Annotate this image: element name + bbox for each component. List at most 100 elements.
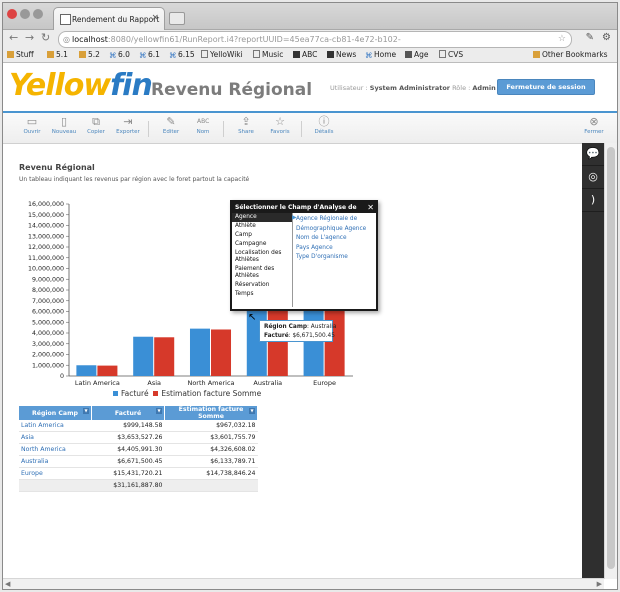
other-bookmarks[interactable]: Other Bookmarks [533, 50, 608, 59]
bookmark-abc[interactable]: ABC [293, 50, 317, 59]
bookmark-news[interactable]: News [327, 50, 356, 59]
copy-icon: ⧉ [92, 115, 100, 128]
wrench-icon[interactable]: ⚙ [602, 32, 611, 43]
bookmark-yellowiki[interactable]: YelloWiki [201, 50, 243, 59]
column-header-facture[interactable]: Facturé ▼ [91, 406, 165, 420]
bar-estimation [97, 365, 118, 376]
name-button[interactable]: ABC Nom [188, 116, 218, 135]
drill-down-popup: Sélectionner le Champ d'Analyse de Forag… [230, 200, 378, 311]
bookmark-6-1[interactable]: ⌘ 6.1 [139, 50, 160, 60]
column-menu-icon[interactable]: ▼ [249, 408, 255, 414]
bookmark-stuff[interactable]: Stuff [7, 50, 34, 59]
y-tick-label: 11,000,000 [28, 255, 64, 262]
discussion-icon[interactable]: ◎ [582, 166, 604, 189]
star-icon: ☆ [275, 115, 285, 128]
page-title: Revenu Régional [151, 80, 313, 100]
table-row: Latin America $999,148.58 $967,032.18 [19, 420, 258, 432]
drill-close-icon[interactable]: ✕ [367, 202, 374, 213]
drill-field-item[interactable]: Athlète [232, 222, 292, 231]
drill-field-item[interactable]: Temps [232, 290, 292, 299]
details-button[interactable]: ⓘ Détails [309, 116, 339, 135]
favorites-button[interactable]: ☆ Favoris [265, 116, 295, 135]
region-link[interactable]: Latin America [19, 420, 92, 432]
region-link[interactable]: Asia [19, 431, 92, 444]
bookmark-cvs[interactable]: CVS [439, 50, 463, 59]
browser-window: Rendement du Rapport × ← → ↻ ◎ localhost… [2, 2, 618, 590]
mouse-cursor-icon: ↖ [248, 312, 257, 323]
bookmark-music[interactable]: Music [253, 50, 283, 59]
drill-subfield-item[interactable]: Pays Agence [296, 244, 366, 254]
forward-arrow-icon[interactable]: → [25, 31, 34, 44]
column-menu-icon[interactable]: ▼ [156, 408, 162, 414]
tooltip-label-2: Facturé [264, 333, 289, 339]
scroll-left-icon[interactable]: ◀ [5, 580, 10, 588]
y-tick-label: 8,000,000 [32, 287, 64, 294]
y-tick-label: 0 [60, 373, 64, 380]
drill-field-item[interactable]: Réservation [232, 281, 292, 290]
maximize-window-button[interactable] [33, 9, 43, 19]
user-info: Utilisateur : System Administrator Rôle … [330, 84, 496, 92]
scrollbar-thumb[interactable] [607, 147, 615, 569]
address-bar[interactable]: ◎ localhost:8080/yellowfin61/RunReport.i… [58, 31, 572, 59]
minimize-window-button[interactable] [20, 9, 30, 19]
close-window-button[interactable] [7, 9, 17, 19]
vertical-scrollbar[interactable] [604, 143, 617, 579]
drill-subfield-item[interactable]: Démographique Agence [296, 225, 366, 235]
horizontal-scrollbar[interactable]: ◀ ▶ [3, 578, 604, 589]
column-header-estimation[interactable]: Estimation facture Somme ▼ [164, 406, 258, 420]
yellowfin-logo[interactable]: Yellowfin [9, 68, 153, 103]
folder-icon [79, 51, 86, 58]
rss-icon[interactable]: ) [582, 189, 604, 212]
drill-field-item[interactable]: Paiement des Athlètes [232, 265, 292, 281]
drill-subfield-item[interactable]: Nom de L'agence [296, 234, 366, 244]
tooltip-label-1: Région Camp [264, 324, 308, 330]
navigation-bar: ← → ↻ ◎ localhost:8080/yellowfin61/RunRe… [3, 30, 617, 59]
bookmark-label: Other Bookmarks [542, 50, 608, 59]
bookmark-label: 5.1 [56, 50, 68, 59]
cell-facture: $4,405,991.30 [91, 443, 165, 456]
pen-tool-icon[interactable]: ✎ [586, 32, 594, 43]
link-icon: ⌘ [169, 51, 177, 60]
y-tick-label: 6,000,000 [32, 309, 64, 316]
edit-button[interactable]: ✎ Editer [156, 116, 186, 135]
drill-field-item[interactable]: Agence [232, 213, 292, 222]
bookmark-label: Age [414, 50, 429, 59]
column-header-region[interactable]: Région Camp ▼ [19, 406, 92, 420]
info-icon: ⓘ [318, 115, 330, 128]
copy-button[interactable]: ⧉ Copier [81, 116, 111, 135]
drill-field-item[interactable]: Localisation des Athlètes [232, 249, 292, 265]
comment-icon[interactable]: 💬 [582, 143, 604, 166]
bookmark-home[interactable]: ⌘ Home [365, 50, 396, 60]
drill-subfield-item[interactable]: Agence Régionale de [296, 215, 366, 225]
x-tick-label: North America [187, 379, 234, 387]
bookmark-star-icon[interactable]: ☆ [558, 32, 566, 47]
region-link[interactable]: Australia [19, 455, 92, 468]
logo-text-2: fin [110, 68, 153, 103]
folder-open-icon: ▭ [26, 115, 38, 128]
logout-button[interactable]: Fermeture de session [497, 79, 595, 95]
close-report-button[interactable]: ⊗ Fermer [579, 116, 609, 135]
bookmark-6-15[interactable]: ⌘ 6.15 [169, 50, 195, 60]
drill-subfield-item[interactable]: Type D'organisme [296, 253, 366, 263]
bookmark-5-2[interactable]: 5.2 [79, 50, 100, 59]
favorites-label: Favoris [270, 129, 290, 135]
bookmark-age[interactable]: Age [405, 50, 429, 59]
export-button[interactable]: ⇥ Exporter [113, 116, 143, 135]
back-arrow-icon[interactable]: ← [9, 31, 18, 44]
open-button[interactable]: ▭ Ouvrir [17, 116, 47, 135]
region-link[interactable]: Europe [19, 467, 92, 480]
drill-field-item[interactable]: Campagne [232, 240, 292, 249]
bookmark-5-1[interactable]: 5.1 [47, 50, 68, 59]
new-button[interactable]: ▯ Nouveau [49, 116, 79, 135]
scroll-right-icon[interactable]: ▶ [597, 580, 602, 588]
browser-tab[interactable]: Rendement du Rapport × [53, 7, 165, 30]
drill-field-item[interactable]: Camp [232, 231, 292, 240]
new-tab-button[interactable] [169, 12, 185, 25]
region-link[interactable]: North America [19, 443, 92, 456]
column-menu-icon[interactable]: ▼ [83, 408, 89, 414]
reload-icon[interactable]: ↻ [41, 31, 50, 44]
bookmark-6-0[interactable]: ⌘ 6.0 [109, 50, 130, 60]
logo-text-1: Yellow [9, 68, 111, 103]
tab-close-icon[interactable]: × [151, 13, 159, 23]
share-button[interactable]: ⇪ Share [231, 116, 261, 135]
